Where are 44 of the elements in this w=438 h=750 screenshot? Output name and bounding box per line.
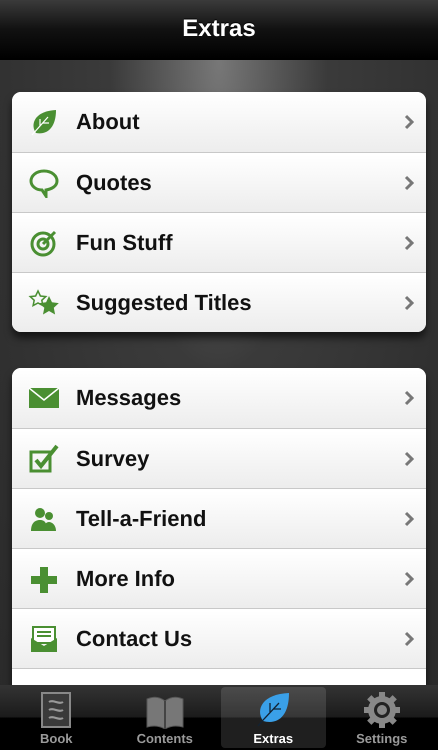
stars-icon — [28, 288, 60, 318]
menu-row[interactable]: Survey — [12, 428, 426, 488]
tab[interactable]: Settings — [330, 687, 434, 748]
chevron-icon — [404, 630, 414, 646]
menu-label: Suggested Titles — [76, 290, 253, 316]
tab-label: Extras — [253, 731, 294, 746]
menu-label: Tell-a-Friend — [76, 506, 208, 532]
menu-row[interactable]: Fun Stuff — [12, 212, 426, 272]
menu-label: More Info — [76, 566, 176, 592]
menu-row[interactable]: Quotes — [12, 152, 426, 212]
contact-card-icon — [28, 624, 60, 654]
menu-row[interactable]: Contact Us — [12, 608, 426, 668]
checkbox-icon — [28, 444, 60, 474]
menu-label: Fun Stuff — [76, 230, 174, 256]
tab-label: Contents — [136, 731, 193, 746]
chevron-icon — [404, 450, 414, 466]
gear-icon — [362, 691, 401, 729]
chevron-icon — [404, 294, 414, 310]
open-book-icon — [144, 695, 185, 729]
chevron-icon — [404, 390, 414, 406]
menu-label: Messages — [76, 385, 182, 411]
menu-label: Contact Us — [76, 626, 194, 652]
speech-bubble-icon — [28, 168, 60, 198]
book-icon — [40, 691, 72, 729]
tab-label: Settings — [356, 731, 408, 746]
chevron-icon — [404, 234, 414, 250]
menu-label: Survey — [76, 446, 150, 472]
tab[interactable]: Contents — [112, 687, 217, 748]
menu-row[interactable]: Tell-a-Friend — [12, 488, 426, 548]
menu-label: About — [76, 109, 141, 135]
chevron-icon — [404, 174, 414, 190]
tab[interactable]: Book — [4, 687, 108, 748]
menu-label: Quotes — [76, 170, 153, 196]
leaf-icon — [255, 691, 292, 729]
menu-row[interactable]: Suggested Titles — [12, 272, 426, 332]
chevron-icon — [404, 510, 414, 526]
menu-row[interactable]: About — [12, 92, 426, 152]
chevron-icon — [404, 114, 414, 130]
menu-row[interactable]: Messages — [12, 368, 426, 428]
menu-row[interactable]: More Info — [12, 548, 426, 608]
tab-label: Book — [40, 731, 72, 746]
screen-title: Extras — [182, 15, 256, 43]
chevron-icon — [404, 570, 414, 586]
tab[interactable]: Extras — [221, 687, 326, 748]
